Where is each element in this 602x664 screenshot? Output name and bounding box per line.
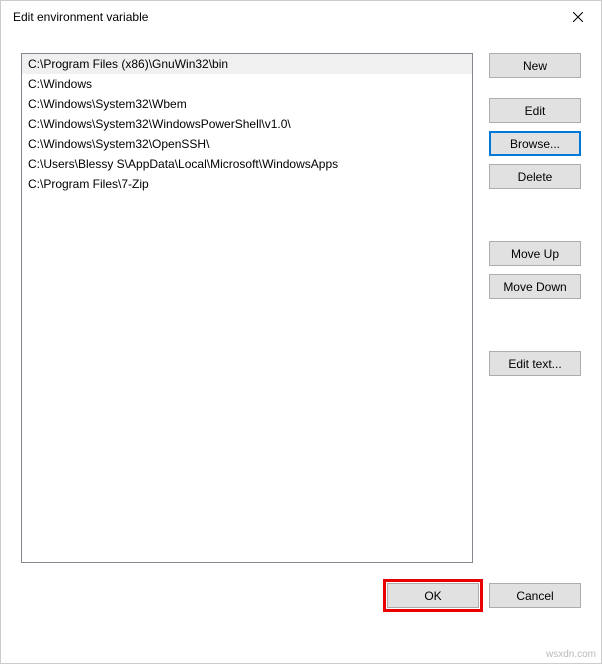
list-item[interactable]: C:\Program Files (x86)\GnuWin32\bin [22,54,472,74]
list-item[interactable]: C:\Program Files\7-Zip [22,174,472,194]
edit-button[interactable]: Edit [489,98,581,123]
browse-button[interactable]: Browse... [489,131,581,156]
cancel-button[interactable]: Cancel [489,583,581,608]
list-item[interactable]: C:\Windows [22,74,472,94]
watermark: wsxdn.com [546,649,596,660]
move-down-button[interactable]: Move Down [489,274,581,299]
list-item[interactable]: C:\Users\Blessy S\AppData\Local\Microsof… [22,154,472,174]
titlebar: Edit environment variable [1,1,601,33]
path-listbox[interactable]: C:\Program Files (x86)\GnuWin32\binC:\Wi… [21,53,473,563]
new-button[interactable]: New [489,53,581,78]
ok-button[interactable]: OK [387,583,479,608]
close-button[interactable] [555,1,601,33]
list-item[interactable]: C:\Windows\System32\Wbem [22,94,472,114]
list-item[interactable]: C:\Windows\System32\OpenSSH\ [22,134,472,154]
window-title: Edit environment variable [13,10,148,24]
dialog-content: C:\Program Files (x86)\GnuWin32\binC:\Wi… [1,33,601,563]
list-item[interactable]: C:\Windows\System32\WindowsPowerShell\v1… [22,114,472,134]
edit-text-button[interactable]: Edit text... [489,351,581,376]
move-up-button[interactable]: Move Up [489,241,581,266]
delete-button[interactable]: Delete [489,164,581,189]
side-button-panel: New Edit Browse... Delete Move Up Move D… [489,53,581,563]
close-icon [573,12,583,22]
bottom-button-bar: OK Cancel [1,563,601,608]
